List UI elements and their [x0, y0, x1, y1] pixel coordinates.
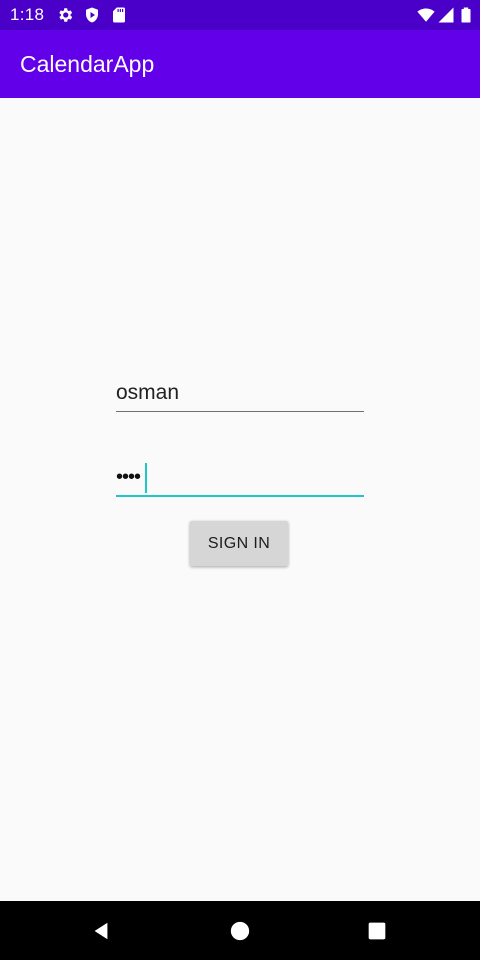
wifi-icon	[417, 8, 435, 22]
sd-card-icon	[113, 7, 125, 23]
recents-icon[interactable]	[367, 921, 387, 941]
status-time: 1:18	[10, 5, 45, 24]
sign-in-button[interactable]: SIGN IN	[190, 521, 288, 566]
status-bar: 1:18	[0, 0, 480, 30]
home-icon[interactable]	[229, 920, 251, 942]
navigation-bar	[0, 901, 480, 960]
main-content	[0, 98, 480, 901]
username-input[interactable]: osman	[116, 380, 364, 412]
text-cursor	[145, 463, 147, 493]
app-bar: CalendarApp	[0, 30, 480, 98]
battery-icon	[461, 7, 471, 23]
back-icon[interactable]	[90, 920, 112, 942]
settings-gear-icon	[59, 8, 73, 22]
password-value: ••••	[116, 466, 141, 488]
app-title: CalendarApp	[20, 51, 155, 77]
password-input[interactable]: ••••	[116, 462, 364, 497]
cell-signal-icon	[438, 7, 454, 23]
shield-play-icon	[86, 7, 98, 23]
username-value: osman	[116, 381, 180, 404]
